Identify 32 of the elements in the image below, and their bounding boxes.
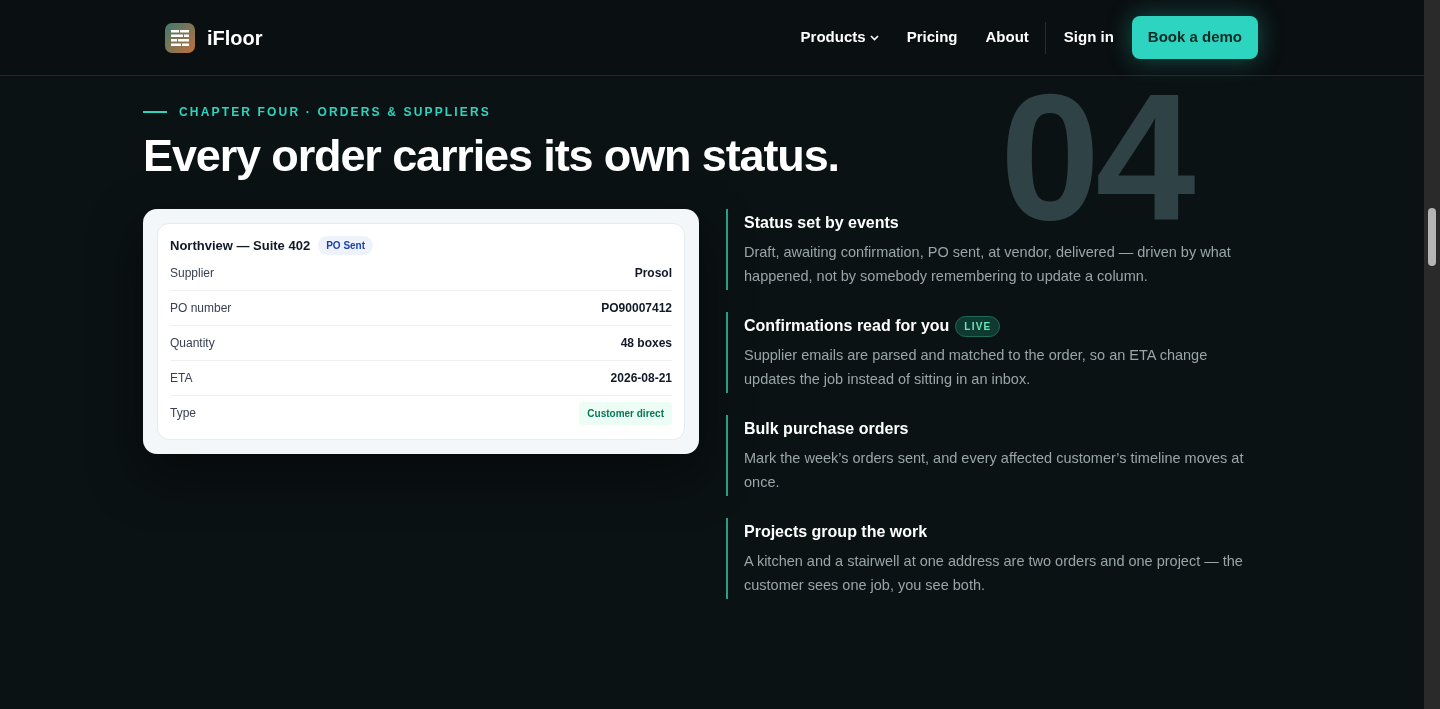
type-tag: Customer direct (579, 401, 672, 425)
feature-title: Confirmations read for you (744, 316, 950, 336)
field-label: ETA (170, 369, 193, 387)
nav-link[interactable]: About (985, 26, 1029, 49)
feature-description: Mark the week’s orders sent, and every affected customer’s timeline moves at once. (744, 449, 1245, 492)
order-title: Northview — Suite 402 (170, 237, 311, 255)
feature-description: Draft, awaiting confirmation, PO sent, at vendor, delivered — driven by what happened, not by somebody remembering to update a column. (744, 243, 1232, 286)
status-badge: PO Sent (318, 236, 374, 256)
feature-description: A kitchen and a stairwell at one address are two orders and one project — the customer sees one job, you see both. (744, 552, 1244, 595)
sign-in-link[interactable]: Sign in (1057, 26, 1120, 49)
nav-link[interactable]: Pricing (906, 26, 958, 49)
field-value: Prosol (634, 264, 672, 282)
feature-title: Bulk purchase orders (744, 419, 909, 439)
logo-icon (165, 22, 195, 53)
live-badge: LIVE (955, 315, 1001, 337)
field-label: Supplier (170, 264, 215, 282)
field-value: PO90007412 (601, 299, 672, 317)
field-label: PO number (170, 299, 232, 317)
brand-name: iFloor (207, 25, 263, 51)
feature-title: Projects group the work (744, 522, 928, 542)
chevron-down-icon (869, 34, 879, 41)
section-headline: Every order carries its own status. (143, 133, 840, 178)
scrollbar-thumb[interactable] (1428, 208, 1436, 266)
products-menu[interactable]: Products (800, 26, 879, 49)
feature-title: Status set by events (744, 213, 899, 233)
field-label: Type (170, 405, 196, 422)
book-demo-button[interactable]: Book a demo (1131, 16, 1258, 59)
field-label: Quantity (170, 334, 215, 352)
field-value: 48 boxes (620, 334, 672, 352)
feature-description: Supplier emails are parsed and matched to the order, so an ETA change updates the job instead of sitting in an inbox. (744, 346, 1209, 389)
field-value: 2026-08-21 (610, 369, 672, 387)
section-eyebrow: CHAPTER FOUR · ORDERS & SUPPLIERS (179, 104, 491, 121)
